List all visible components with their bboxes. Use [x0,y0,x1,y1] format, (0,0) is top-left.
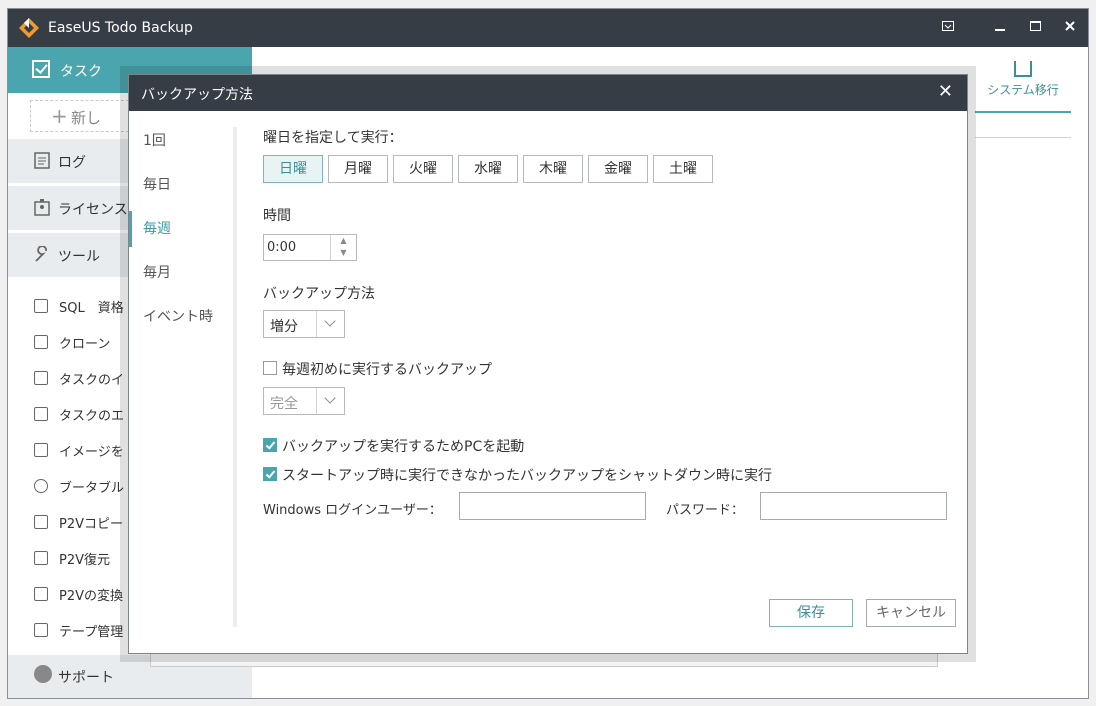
tool-label: P2Vコピー [59,517,124,532]
new-task-label: 新し [71,109,102,127]
missed-backup-label: スタートアップ時に実行できなかったバックアップをシャットダウン時に実行 [282,468,772,484]
frequency-once[interactable]: 1回 [129,117,237,161]
day-thursday[interactable]: 木曜 [523,155,583,183]
tool-label: イメージを [59,445,124,460]
p2v-copy-icon [34,515,48,529]
password-label: パスワード： [666,503,745,518]
day-wednesday[interactable]: 水曜 [458,155,518,183]
license-icon [34,199,50,216]
tool-label: クローン [59,337,111,352]
time-input[interactable]: 0:00 ▲ ▼ [263,234,357,261]
method-label: バックアップ方法 [263,286,375,302]
log-icon [34,152,50,169]
time-value: 0:00 [267,240,297,255]
nav-task-label: タスク [60,64,102,80]
windows-user-field[interactable] [459,492,646,520]
app-title: EaseUS Todo Backup [48,20,193,36]
weekly-first-checkbox[interactable] [263,361,277,375]
frequency-weekly[interactable]: 毎週 [129,205,237,249]
cancel-button[interactable]: キャンセル [866,599,956,627]
tool-label: SQL 資格 [59,301,124,316]
bootable-icon [34,479,48,493]
tab-system-migration-label: システム移行 [987,83,1059,97]
nav-support-label: サポート [58,670,114,686]
weekly-first-label: 毎週初めに実行するバックアップ [282,362,492,378]
day-sunday[interactable]: 日曜 [263,155,323,183]
method-select[interactable]: 増分 [263,310,345,338]
missed-backup-checkbox[interactable] [263,467,277,481]
tab-underline [975,137,1071,138]
chevron-down-icon [316,311,344,337]
chevron-down-icon [316,388,344,414]
import-icon [34,371,48,385]
nav-tools-label: ツール [58,249,100,265]
windows-user-label: Windows ログインユーザー： [263,503,442,518]
tape-icon [34,623,48,637]
tool-label: テープ管理 [59,625,124,640]
dialog-close-icon[interactable]: ✕ [938,81,953,102]
tool-label: P2Vの変換 [59,589,124,604]
time-label: 時間 [263,208,291,224]
frequency-daily[interactable]: 毎日 [129,161,237,205]
maximize-icon[interactable] [1023,17,1047,39]
task-check-icon [32,60,50,78]
wrench-icon [35,246,47,262]
weekly-first-select: 完全 [263,387,345,415]
weekly-first-value: 完全 [270,396,298,412]
minimize-icon[interactable] [988,17,1012,39]
database-icon [34,299,48,313]
close-icon[interactable] [1058,17,1082,39]
time-spinner-icon[interactable]: ▲ ▼ [330,235,356,260]
day-saturday[interactable]: 土曜 [653,155,713,183]
system-migration-icon [1014,61,1032,77]
nav-license-label: ライセンス [58,202,128,218]
tool-label: ブータブル [59,481,125,496]
easeus-logo-icon [19,18,39,38]
password-field[interactable] [760,492,947,520]
wake-pc-checkbox[interactable] [263,438,277,452]
p2v-restore-icon [34,551,48,565]
export-icon [34,407,48,421]
nav-log-label: ログ [58,155,86,171]
frequency-list: 1回 毎日 毎週 毎月 イベント時 [129,111,237,631]
method-value: 増分 [270,319,298,335]
title-bar: EaseUS Todo Backup [8,9,1088,47]
frequency-monthly[interactable]: 毎月 [129,249,237,293]
wake-pc-label: バックアップを実行するためPCを起動 [282,439,525,455]
days-label: 曜日を指定して実行： [263,130,403,146]
support-person-icon [34,665,52,683]
save-button[interactable]: 保存 [769,599,853,627]
tool-label: タスクのイ [59,373,125,388]
p2v-convert-icon [34,587,48,601]
tool-label: タスクのエ [59,409,125,424]
dialog-title: バックアップ方法 [141,87,253,103]
tool-label: P2V復元 [59,553,111,568]
checkbox-icon [34,443,48,457]
day-monday[interactable]: 月曜 [328,155,388,183]
day-friday[interactable]: 金曜 [588,155,648,183]
divider [233,127,237,627]
tab-system-migration[interactable]: システム移行 [975,57,1071,113]
frequency-event[interactable]: イベント時 [129,293,237,337]
menu-dropdown-icon[interactable] [936,17,960,39]
dialog-header: バックアップ方法 ✕ [129,75,967,111]
plus-icon: + [51,104,68,128]
clone-icon [34,335,48,349]
backup-method-dialog: バックアップ方法 ✕ 1回 毎日 毎週 毎月 イベント時 曜日を指定して実行： … [128,74,968,654]
day-tuesday[interactable]: 火曜 [393,155,453,183]
